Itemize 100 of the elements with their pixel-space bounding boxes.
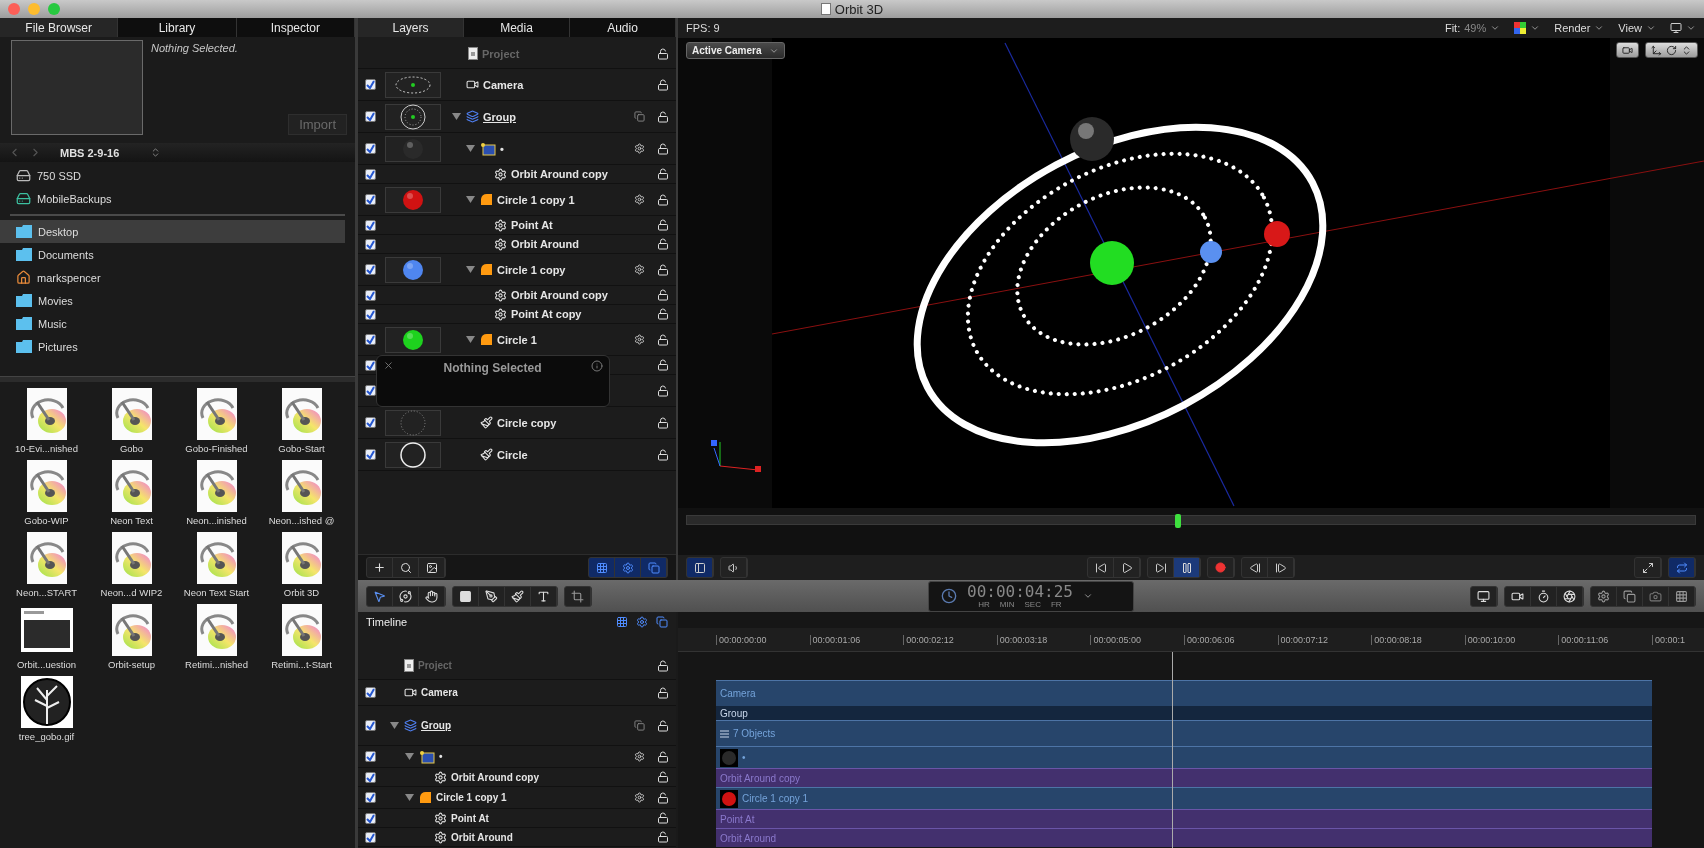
visibility-checkbox[interactable] [364, 831, 376, 843]
layer-track-bar[interactable]: Circle 1 copy 1 [716, 787, 1652, 809]
visibility-checkbox[interactable] [364, 449, 376, 460]
disclosure-triangle[interactable] [404, 752, 414, 761]
gear-icon[interactable] [636, 616, 648, 628]
panel-tab[interactable]: Layers [358, 18, 464, 37]
pause-button[interactable] [1174, 558, 1200, 577]
gear-icon[interactable] [633, 264, 645, 275]
playhead-marker[interactable] [1174, 514, 1181, 528]
disclosure-triangle[interactable] [465, 195, 475, 204]
layer-name[interactable]: Orbit Around copy [511, 168, 608, 180]
group-track-bar[interactable]: Group [716, 706, 1652, 720]
layer-name[interactable]: Circle 1 [497, 333, 537, 346]
camera-tools-button[interactable] [1645, 42, 1698, 58]
layout-icon[interactable] [1670, 22, 1682, 34]
info-icon[interactable] [591, 360, 603, 372]
stack-icon[interactable] [633, 111, 645, 122]
lock-icon[interactable] [657, 289, 669, 301]
disclosure-triangle[interactable] [404, 793, 414, 802]
visibility-checkbox[interactable] [364, 308, 376, 320]
lock-icon[interactable] [657, 110, 669, 123]
layer-name[interactable]: Circle 1 copy 1 [436, 792, 507, 803]
lock-icon[interactable] [657, 219, 669, 231]
render-menu[interactable]: Render [1554, 22, 1591, 34]
gear-icon[interactable] [633, 334, 645, 345]
lock-icon[interactable] [657, 308, 669, 320]
lock-icon[interactable] [657, 771, 669, 783]
gear-icon[interactable] [633, 751, 645, 762]
motion-file-icon[interactable] [111, 460, 152, 512]
lock-icon[interactable] [657, 686, 669, 699]
motion-file-icon[interactable] [26, 388, 67, 440]
lock-icon[interactable] [657, 659, 669, 672]
sidebar-item[interactable]: Desktop [0, 220, 345, 243]
layer-name[interactable]: Camera [483, 78, 524, 91]
lock-icon[interactable] [657, 359, 669, 371]
lock-icon[interactable] [657, 719, 669, 732]
lock-icon[interactable] [657, 384, 669, 397]
motion-file-icon[interactable] [196, 604, 237, 656]
panel-tab[interactable]: File Browser [0, 18, 119, 37]
lock-icon[interactable] [657, 416, 669, 429]
visibility-checkbox[interactable] [364, 264, 376, 275]
motion-file-icon[interactable] [281, 604, 322, 656]
visibility-checkbox[interactable] [364, 417, 376, 428]
motion-file-icon[interactable] [26, 532, 67, 584]
motion-file-icon[interactable] [196, 532, 237, 584]
layer-name[interactable]: Point At [511, 219, 553, 231]
close-icon[interactable] [383, 360, 394, 371]
sidebar-item[interactable]: Movies [0, 289, 355, 312]
visibility-checkbox[interactable] [364, 771, 376, 783]
layer-name[interactable]: Circle 1 copy [497, 263, 566, 276]
lock-icon[interactable] [657, 812, 669, 824]
playhead-line[interactable] [1171, 652, 1173, 848]
motion-file-icon[interactable] [26, 460, 67, 512]
sidebar-item[interactable]: Music [0, 312, 355, 335]
tree-image-thumbnail[interactable] [20, 676, 73, 728]
disclosure-triangle[interactable] [451, 112, 461, 121]
disclosure-triangle[interactable] [465, 335, 475, 344]
motion-file-icon[interactable] [111, 532, 152, 584]
visibility-checkbox[interactable] [364, 238, 376, 250]
group-track-bar[interactable]: 7 Objects [716, 720, 1652, 746]
visibility-checkbox[interactable] [364, 792, 376, 803]
visibility-checkbox[interactable] [364, 111, 376, 122]
view-menu[interactable]: View [1618, 22, 1642, 34]
lock-icon[interactable] [657, 47, 669, 60]
lock-icon[interactable] [657, 791, 669, 804]
layer-name[interactable]: Orbit Around copy [451, 771, 539, 783]
visibility-checkbox[interactable] [364, 687, 376, 698]
visibility-checkbox[interactable] [364, 219, 376, 231]
lock-icon[interactable] [657, 333, 669, 346]
visibility-checkbox[interactable] [364, 194, 376, 205]
layer-name[interactable]: Point At copy [511, 308, 582, 320]
visibility-checkbox[interactable] [364, 812, 376, 824]
visibility-checkbox[interactable] [364, 79, 376, 90]
motion-file-icon[interactable] [196, 460, 237, 512]
camera-dropdown[interactable]: Active Camera [686, 42, 786, 59]
lock-icon[interactable] [657, 263, 669, 276]
stack-icon[interactable] [633, 720, 645, 731]
motion-file-icon[interactable] [281, 460, 322, 512]
timecode-display[interactable]: 00:00:04:25 HR MIN SEC FR [928, 580, 1134, 612]
scrubber-track[interactable] [686, 515, 1696, 525]
color-channels-icon[interactable] [1514, 22, 1527, 34]
lock-icon[interactable] [657, 142, 669, 155]
lock-icon[interactable] [657, 750, 669, 763]
gear-icon[interactable] [633, 143, 645, 154]
layer-name[interactable]: Group [483, 110, 516, 123]
layer-name[interactable]: Orbit Around [451, 831, 513, 843]
layer-name[interactable]: Circle copy [497, 416, 557, 429]
sidebar-item[interactable]: Pictures [0, 335, 355, 358]
lock-icon[interactable] [657, 78, 669, 91]
visibility-checkbox[interactable] [364, 168, 376, 180]
fit-menu[interactable]: Fit: 49% [1444, 22, 1501, 34]
device-item[interactable]: MobileBackups [0, 187, 355, 210]
disclosure-triangle[interactable] [389, 721, 399, 730]
motion-file-icon[interactable] [111, 388, 152, 440]
disclosure-triangle[interactable] [465, 144, 475, 153]
visibility-checkbox[interactable] [364, 289, 376, 301]
layer-track-bar[interactable]: Camera [716, 680, 1652, 706]
lock-icon[interactable] [657, 238, 669, 250]
visibility-checkbox[interactable] [364, 334, 376, 345]
stepper-icon[interactable] [150, 147, 161, 158]
